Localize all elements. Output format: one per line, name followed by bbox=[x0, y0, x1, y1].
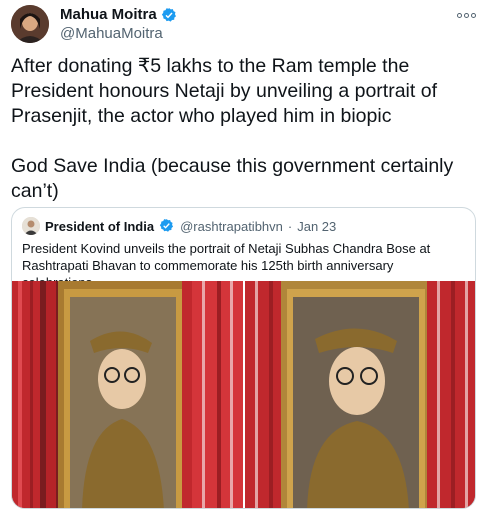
author-handle[interactable]: @MahuaMoitra bbox=[60, 25, 177, 42]
quoted-author-avatar bbox=[22, 217, 40, 235]
quoted-tweet-date: Jan 23 bbox=[297, 218, 337, 234]
verified-badge-icon bbox=[159, 218, 175, 234]
author-avatar[interactable] bbox=[11, 5, 49, 43]
tweet-author: Mahua Moitra @MahuaMoitra bbox=[60, 6, 177, 42]
quoted-author-name: President of India bbox=[45, 218, 155, 234]
tweet-text: After donating ₹5 lakhs to the Ram templ… bbox=[11, 55, 454, 202]
portrait-photo-1[interactable] bbox=[12, 281, 243, 508]
portrait-photo-2[interactable] bbox=[244, 281, 475, 508]
quoted-author-handle: @rashtrapatibhvn bbox=[180, 218, 283, 234]
more-options-icon[interactable] bbox=[456, 8, 476, 22]
separator-dot: · bbox=[287, 218, 293, 234]
quoted-tweet-media bbox=[12, 281, 475, 508]
verified-badge-icon bbox=[161, 7, 177, 23]
quoted-tweet[interactable]: President of India @rashtrapatibhvn · Ja… bbox=[11, 207, 476, 509]
quoted-tweet-header: President of India @rashtrapatibhvn · Ja… bbox=[22, 217, 336, 235]
author-name[interactable]: Mahua Moitra bbox=[60, 6, 157, 23]
